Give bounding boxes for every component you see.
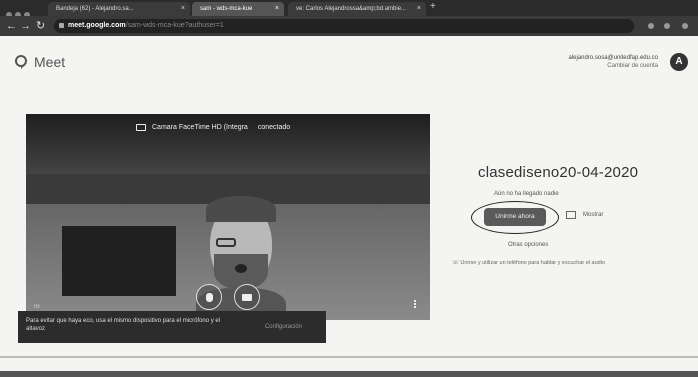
- account-info: alejandro.sosa@unitedfap.edu.co Cambiar …: [569, 54, 659, 70]
- close-icon[interactable]: ×: [275, 2, 279, 16]
- present-screen-icon: [566, 211, 576, 219]
- join-now-button[interactable]: Unirme ahora: [484, 208, 546, 226]
- meet-logo-icon: [15, 55, 27, 69]
- browser-tab-active[interactable]: sam - wds-mca-kue ×: [192, 2, 284, 16]
- back-icon[interactable]: ←: [6, 19, 17, 33]
- new-tab-icon[interactable]: +: [430, 1, 436, 12]
- browser-tab[interactable]: ve: Carlos Alejandrossa&amp;bd.ambie... ×: [288, 2, 426, 16]
- browser-tab-strip: Bandeja (62) - Alejandro.sa... × sam - wd…: [0, 0, 698, 18]
- switch-account-link[interactable]: Cambiar de cuenta: [569, 62, 658, 70]
- tab-title: sam - wds-mca-kue: [200, 6, 253, 12]
- reload-icon[interactable]: ↻: [36, 19, 45, 33]
- bottom-strip: [0, 371, 698, 377]
- tab-title: ve: Carlos Alejandrossa&amp;bd.ambie...: [296, 6, 407, 12]
- menu-icon[interactable]: [682, 23, 688, 29]
- camera-icon: [242, 294, 252, 301]
- settings-link[interactable]: Configuración: [265, 323, 302, 331]
- avatar[interactable]: A: [670, 53, 688, 71]
- camera-name: Camara FaceTime HD (Integra: [152, 124, 248, 131]
- other-options-heading: Otras opciones: [508, 242, 549, 248]
- video-preview: Camara FaceTime HD (Integra conectado If…: [26, 114, 430, 320]
- phone-option-label: Unirse y utilizar un teléfono para habla…: [460, 260, 606, 266]
- url-input[interactable]: meet.google.com/sam-wds-mca-kue?authuser…: [54, 19, 634, 33]
- more-options-icon[interactable]: [414, 300, 417, 309]
- extension-icon[interactable]: [648, 23, 654, 29]
- extension-icon[interactable]: [664, 23, 670, 29]
- camera-toggle[interactable]: [234, 284, 260, 310]
- lock-icon: [59, 23, 64, 28]
- close-icon[interactable]: ×: [181, 2, 185, 16]
- preview-corner-label: Ifd: [34, 304, 40, 310]
- present-button[interactable]: Mostrar: [566, 211, 603, 219]
- tab-title: Bandeja (62) - Alejandro.sa...: [56, 6, 134, 12]
- microphone-icon: [206, 293, 213, 302]
- background-tv: [62, 226, 176, 296]
- forward-icon[interactable]: →: [20, 19, 31, 33]
- meet-page: Meet alejandro.sosa@unitedfap.edu.co Cam…: [0, 36, 698, 377]
- background-ceiling: [26, 114, 430, 174]
- camera-indicator: Camara FaceTime HD (Integra conectado: [136, 124, 290, 131]
- meeting-status: Aún no ha llegado nadie: [494, 191, 559, 197]
- account-email: alejandro.sosa@unitedfap.edu.co: [568, 55, 659, 61]
- camera-icon: [136, 124, 146, 131]
- app-name: Meet: [34, 54, 66, 70]
- address-bar-row: ← → ↻ meet.google.com/sam-wds-mca-kue?au…: [0, 16, 698, 36]
- microphone-toggle[interactable]: [196, 284, 222, 310]
- browser-tab[interactable]: Bandeja (62) - Alejandro.sa... ×: [48, 2, 190, 16]
- meeting-title: clasediseno20-04-2020: [478, 164, 639, 181]
- present-label: Mostrar: [583, 212, 604, 218]
- join-by-phone-option[interactable]: ☏ Unirse y utilizar un teléfono para hab…: [452, 260, 605, 266]
- divider: [0, 356, 698, 358]
- echo-tooltip: Para evitar que haya eco, usa el mismo d…: [18, 311, 326, 343]
- url-host: meet.google.com: [68, 22, 126, 29]
- url-path: /sam-wds-mca-kue?authuser=1: [125, 22, 224, 29]
- meet-logo[interactable]: Meet: [14, 54, 65, 70]
- tooltip-message: Para evitar que haya eco, usa el mismo d…: [26, 318, 221, 332]
- close-icon[interactable]: ×: [417, 2, 421, 16]
- camera-status: conectado: [257, 124, 291, 131]
